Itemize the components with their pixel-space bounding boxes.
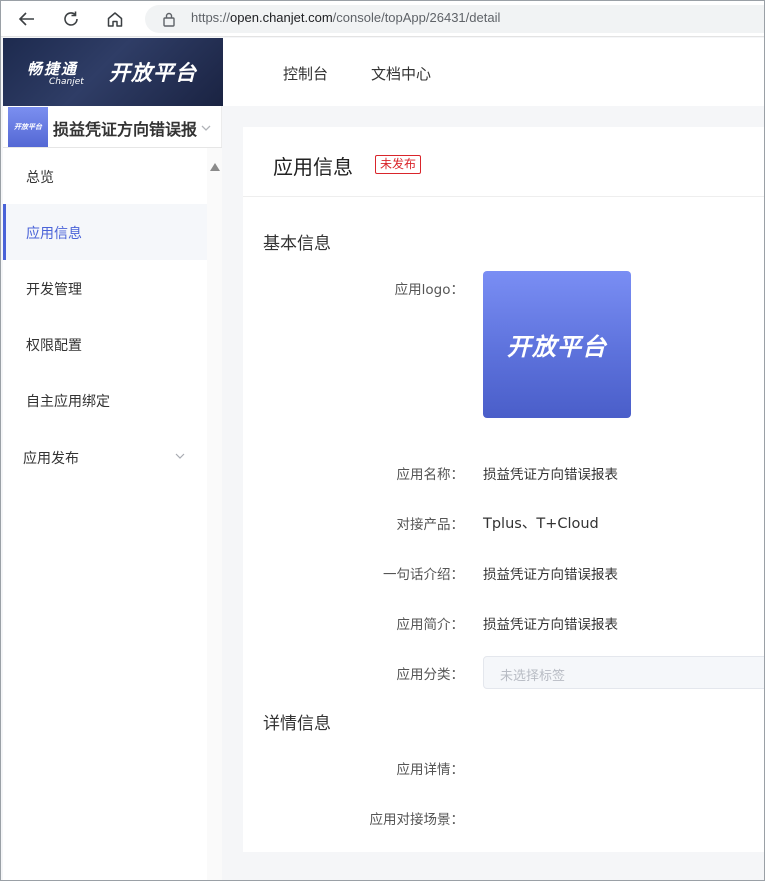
url-path: /console/topApp/26431/detail xyxy=(332,10,501,25)
app-switcher[interactable]: 开放平台 损益凭证方向错误报 xyxy=(3,106,222,148)
sidebar-item-dev-management[interactable]: 开发管理 xyxy=(3,260,207,316)
browser-toolbar: https://open.chanjet.com/console/topApp/… xyxy=(1,1,764,37)
brand-name-en: Chanjet xyxy=(49,77,84,87)
nav-docs[interactable]: 文档中心 xyxy=(371,63,431,84)
sidebar-item-label: 开发管理 xyxy=(26,282,82,298)
category-label: 应用分类： xyxy=(396,667,465,683)
brand-logo[interactable]: 畅捷通 Chanjet 开放平台 xyxy=(3,38,223,106)
reload-icon[interactable] xyxy=(59,7,83,31)
intro-label: 一句话介绍： xyxy=(383,567,464,583)
sidebar-item-label: 应用发布 xyxy=(23,451,79,467)
intro-value: 损益凭证方向错误报表 xyxy=(483,567,618,583)
sidebar-item-label: 自主应用绑定 xyxy=(26,394,110,410)
sidebar-item-label: 应用信息 xyxy=(26,226,82,242)
app-logo-text: 开放平台 xyxy=(507,333,607,361)
app-info-card: 应用信息 未发布 基本信息 应用logo： 开放平台 应用名称： 损益凭证方向错… xyxy=(243,127,764,852)
chevron-down-icon[interactable] xyxy=(174,450,186,466)
url-host: open.chanjet.com xyxy=(230,10,333,25)
detail-label: 应用详情： xyxy=(396,762,465,778)
home-icon[interactable] xyxy=(103,7,127,31)
url-prefix: https:// xyxy=(191,10,231,25)
back-icon[interactable] xyxy=(15,7,39,31)
brand-name-cn: 畅捷通 xyxy=(27,60,79,78)
sidebar-item-label: 权限配置 xyxy=(26,338,82,354)
lock-icon[interactable] xyxy=(157,7,181,31)
name-value: 损益凭证方向错误报表 xyxy=(483,467,618,483)
scenario-label: 应用对接场景： xyxy=(369,812,465,828)
page: https://open.chanjet.com/console/topApp/… xyxy=(0,0,765,881)
app-name: 损益凭证方向错误报 xyxy=(53,120,198,139)
sidebar-item-permissions[interactable]: 权限配置 xyxy=(3,316,207,372)
sidebar-item-app-release[interactable]: 应用发布 xyxy=(3,429,207,485)
section-detail-info: 详情信息 xyxy=(263,714,331,734)
nav-console[interactable]: 控制台 xyxy=(283,63,328,84)
sidebar-item-app-info[interactable]: 应用信息 xyxy=(3,204,207,260)
url-text[interactable]: https://open.chanjet.com/console/topApp/… xyxy=(191,10,500,25)
name-label: 应用名称： xyxy=(396,467,465,483)
product-label: 对接产品： xyxy=(396,517,465,533)
divider xyxy=(243,196,764,197)
page-title: 应用信息 xyxy=(273,155,353,179)
app-thumbnail: 开放平台 xyxy=(8,107,48,147)
status-badge: 未发布 xyxy=(375,155,422,174)
sidebar-scrollbar[interactable] xyxy=(207,148,222,880)
summary-label: 应用简介： xyxy=(396,617,465,633)
app-logo-image[interactable]: 开放平台 xyxy=(483,271,631,418)
sidebar-item-overview[interactable]: 总览 xyxy=(3,148,207,204)
product-value: Tplus、T+Cloud xyxy=(483,516,599,532)
category-placeholder: 未选择标签 xyxy=(500,669,566,684)
chevron-down-icon[interactable] xyxy=(200,119,212,138)
app-thumbnail-text: 开放平台 xyxy=(14,123,42,131)
scroll-up-arrow-icon[interactable] xyxy=(210,156,220,175)
sidebar-item-label: 总览 xyxy=(26,170,54,186)
sidebar-item-app-binding[interactable]: 自主应用绑定 xyxy=(3,372,207,428)
sidebar: 开放平台 损益凭证方向错误报 总览 应用信息 开发管理 权限配置 自主应用绑定 … xyxy=(3,106,222,880)
brand-platform: 开放平台 xyxy=(109,61,197,85)
section-basic-info: 基本信息 xyxy=(263,234,331,254)
summary-value: 损益凭证方向错误报表 xyxy=(483,617,618,633)
category-select[interactable]: 未选择标签 xyxy=(483,656,764,689)
logo-label: 应用logo： xyxy=(394,282,464,298)
top-header: 控制台 文档中心 xyxy=(223,38,764,106)
